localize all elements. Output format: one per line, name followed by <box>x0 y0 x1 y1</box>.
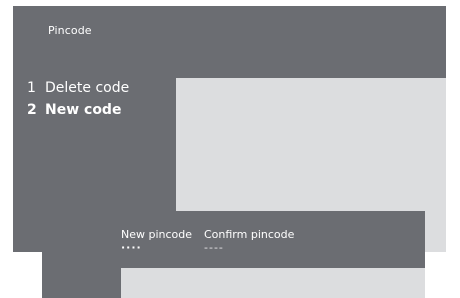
screen-title: Pincode <box>48 24 92 37</box>
menu-item-new-code[interactable]: 2 New code <box>27 99 129 121</box>
menu-item-label: Delete code <box>45 80 130 96</box>
menu-item-number: 2 <box>27 102 37 118</box>
menu-item-label: New code <box>45 102 122 118</box>
confirm-pincode-field[interactable]: Confirm pincode ---- <box>204 228 294 254</box>
dialog-side-column <box>42 268 121 298</box>
menu-item-number: 1 <box>27 80 36 96</box>
confirm-pincode-value: ---- <box>204 241 224 254</box>
pincode-menu: 1 Delete code 2 New code <box>27 77 129 121</box>
new-pincode-field[interactable]: New pincode ···· <box>121 228 192 254</box>
confirm-pincode-label: Confirm pincode <box>204 228 295 241</box>
menu-item-delete-code[interactable]: 1 Delete code <box>27 77 129 99</box>
new-pincode-label: New pincode <box>121 228 193 241</box>
new-pincode-value: ···· <box>121 241 142 254</box>
pincode-entry-dialog: New pincode ···· Confirm pincode ---- <box>42 211 425 298</box>
